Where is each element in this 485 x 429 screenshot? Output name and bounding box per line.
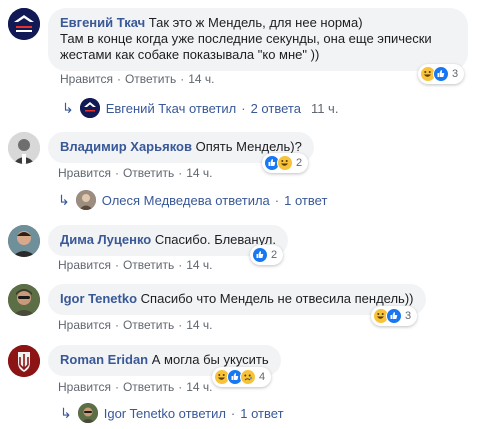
reply-link[interactable]: Ответить <box>125 72 176 86</box>
timestamp[interactable]: 14 ч. <box>188 72 214 86</box>
like-reaction-icon <box>386 308 402 324</box>
comment-author[interactable]: Roman Eridan <box>60 352 148 367</box>
comment-author[interactable]: Igor Tenetko <box>60 291 137 306</box>
view-replies[interactable]: ↳ Igor Tenetko ответил · 1 ответ <box>60 403 284 423</box>
avatar <box>77 403 98 423</box>
reaction-count: 3 <box>405 310 412 322</box>
view-replies[interactable]: ↳ Евгений Ткач ответил · 2 ответа 11 ч. <box>62 98 338 118</box>
reaction-summary[interactable]: 4 <box>212 367 272 387</box>
reply-count: 1 ответ <box>240 405 284 421</box>
reply-arrow-icon: ↳ <box>60 404 72 421</box>
reply-arrow-icon: ↳ <box>62 99 74 116</box>
haha-reaction-icon <box>277 155 293 171</box>
timestamp: 11 ч. <box>310 100 339 116</box>
avatar[interactable] <box>8 225 40 257</box>
comment-actions: Нравится · Ответить · 14 ч. <box>58 166 213 180</box>
reply-link[interactable]: Ответить <box>123 318 174 332</box>
timestamp[interactable]: 14 ч. <box>186 166 212 180</box>
like-reaction-icon <box>433 66 449 82</box>
like-link[interactable]: Нравится <box>58 380 111 394</box>
timestamp[interactable]: 14 ч. <box>186 258 212 272</box>
avatar[interactable] <box>8 8 40 40</box>
reaction-summary[interactable]: 2 <box>250 245 284 265</box>
replier-name: Олеся Медведева ответила <box>101 192 270 208</box>
like-link[interactable]: Нравится <box>58 258 111 272</box>
reaction-summary[interactable]: 2 <box>262 153 309 173</box>
reply-link[interactable]: Ответить <box>123 258 174 272</box>
like-link[interactable]: Нравится <box>60 72 113 86</box>
comment-author[interactable]: Дима Луценко <box>60 232 151 247</box>
sad-reaction-icon <box>240 369 256 385</box>
reply-arrow-icon: ↳ <box>58 191 70 208</box>
comment-actions: Нравится · Ответить · 14 ч. <box>58 380 213 394</box>
comment-bubble: Евгений Ткач Так это ж Мендель, для нее … <box>48 8 468 71</box>
reaction-count: 3 <box>452 68 459 80</box>
comment-actions: Нравится · Ответить · 14 ч. <box>58 318 213 332</box>
comment-actions: Нравится · Ответить · 14 ч. <box>58 258 213 272</box>
avatar[interactable] <box>8 132 40 164</box>
comment-author[interactable]: Владимир Харьяков <box>60 139 192 154</box>
avatar[interactable] <box>8 284 40 316</box>
reply-count: 2 ответа <box>250 100 301 116</box>
avatar <box>75 190 96 210</box>
reply-link[interactable]: Ответить <box>123 380 174 394</box>
reaction-count: 2 <box>271 249 278 261</box>
comment-text: А могла бы укусить <box>151 352 269 367</box>
reply-link[interactable]: Ответить <box>123 166 174 180</box>
reaction-summary[interactable]: 3 <box>418 64 465 84</box>
comment-text: Спасибо что Мендель не отвесила пендель)… <box>140 291 414 306</box>
comment-actions: Нравится · Ответить · 14 ч. <box>60 72 215 86</box>
reply-count: 1 ответ <box>284 192 328 208</box>
reaction-summary[interactable]: 3 <box>371 306 418 326</box>
like-link[interactable]: Нравится <box>58 166 111 180</box>
like-link[interactable]: Нравится <box>58 318 111 332</box>
like-reaction-icon <box>252 247 268 263</box>
avatar[interactable] <box>8 345 40 377</box>
timestamp[interactable]: 14 ч. <box>186 380 212 394</box>
replier-name: Евгений Ткач ответил <box>105 100 237 116</box>
view-replies[interactable]: ↳ Олеся Медведева ответила · 1 ответ <box>58 190 327 210</box>
replier-name: Igor Tenetko ответил <box>103 405 226 421</box>
comment-author[interactable]: Евгений Ткач <box>60 15 145 30</box>
comment-text: Опять Мендель)? <box>195 139 302 154</box>
comment-bubble: Igor Tenetko Спасибо что Мендель не отве… <box>48 284 426 315</box>
reaction-count: 2 <box>296 157 303 169</box>
timestamp[interactable]: 14 ч. <box>186 318 212 332</box>
avatar <box>79 98 100 118</box>
reaction-count: 4 <box>259 371 266 383</box>
